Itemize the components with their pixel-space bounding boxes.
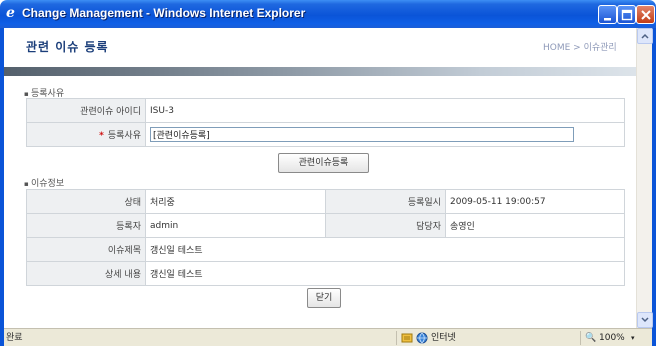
- section-label-issue-info: ▪ 이슈정보: [24, 176, 64, 189]
- window-title: Change Management - Windows Internet Exp…: [22, 6, 306, 20]
- zoom-level: 100%: [599, 333, 625, 343]
- reason-input[interactable]: [150, 127, 574, 142]
- vertical-scrollbar[interactable]: [636, 28, 653, 328]
- register-related-issue-button[interactable]: 관련이슈등록: [278, 153, 369, 173]
- ie-logo-icon: e: [6, 5, 15, 21]
- assignee-label: 담당자: [325, 213, 446, 238]
- scroll-down-button[interactable]: [637, 312, 653, 328]
- chevron-up-icon: [641, 33, 649, 39]
- reason-value-cell: [145, 122, 625, 147]
- bullet-icon: ▪: [24, 90, 31, 98]
- subject-value: 갱신일 테스트: [145, 237, 625, 262]
- window-titlebar[interactable]: e Change Management - Windows Internet E…: [0, 0, 656, 28]
- minimize-icon: [604, 18, 611, 21]
- issue-id-value: ISU-3: [145, 98, 625, 123]
- table-row: 상세 내용 갱신일 테스트: [26, 261, 625, 286]
- subject-label: 이슈제목: [26, 237, 146, 262]
- close-button[interactable]: 닫기: [307, 288, 341, 308]
- close-icon: [641, 10, 651, 20]
- required-mark: *: [99, 131, 104, 141]
- maximize-button[interactable]: [617, 5, 636, 24]
- detail-label: 상세 내용: [26, 261, 146, 286]
- assignee-value: 송영인: [445, 213, 625, 238]
- section-label-text: 이슈정보: [30, 179, 65, 189]
- registrant-value: admin: [145, 213, 326, 238]
- zone-label: 인터넷: [431, 333, 456, 343]
- breadcrumb: HOME > 이슈관리: [543, 43, 617, 53]
- issue-id-label: 관련이슈 아이디: [26, 98, 146, 123]
- zone-cell[interactable]: 인터넷: [396, 331, 476, 345]
- reason-label-cell: * 등록사유: [26, 122, 146, 147]
- registrant-label: 등록자: [26, 213, 146, 238]
- reg-date-label: 등록일시: [325, 189, 446, 214]
- issue-info-table: 상태 처리중 등록일시 2009-05-11 19:00:57 등록자 admi…: [26, 189, 625, 286]
- scroll-up-button[interactable]: [637, 28, 653, 44]
- reason-label: 등록사유: [107, 131, 141, 141]
- bullet-icon: ▪: [24, 180, 31, 188]
- zoom-control[interactable]: 🔍 100% ▾: [580, 331, 640, 345]
- reg-date-value: 2009-05-11 19:00:57: [445, 189, 625, 214]
- table-row: 등록자 admin 담당자 송영인: [26, 213, 625, 238]
- status-bar: 완료 인터넷 🔍 100% ▾: [4, 328, 652, 346]
- reason-form-table: 관련이슈 아이디 ISU-3 * 등록사유: [26, 98, 625, 147]
- close-window-button[interactable]: [636, 5, 655, 24]
- zoom-icon: 🔍: [585, 333, 597, 343]
- page-title: 관련 이슈 등록: [26, 40, 109, 54]
- status-label: 상태: [26, 189, 146, 214]
- table-row: 관련이슈 아이디 ISU-3: [26, 98, 625, 123]
- minimize-button[interactable]: [598, 5, 617, 24]
- table-row: 상태 처리중 등록일시 2009-05-11 19:00:57: [26, 189, 625, 214]
- protected-mode-icon: [401, 333, 413, 343]
- status-value: 처리중: [145, 189, 326, 214]
- table-row: 이슈제목 갱신일 테스트: [26, 237, 625, 262]
- maximize-icon: [621, 9, 633, 21]
- chevron-down-icon: [641, 317, 649, 323]
- status-text: 완료: [6, 333, 23, 343]
- table-row: * 등록사유: [26, 122, 625, 147]
- globe-icon: [416, 332, 428, 344]
- chevron-down-icon: ▾: [631, 334, 635, 342]
- header-divider-bar: [4, 67, 640, 76]
- detail-value: 갱신일 테스트: [145, 261, 625, 286]
- window-frame-right: [652, 28, 656, 346]
